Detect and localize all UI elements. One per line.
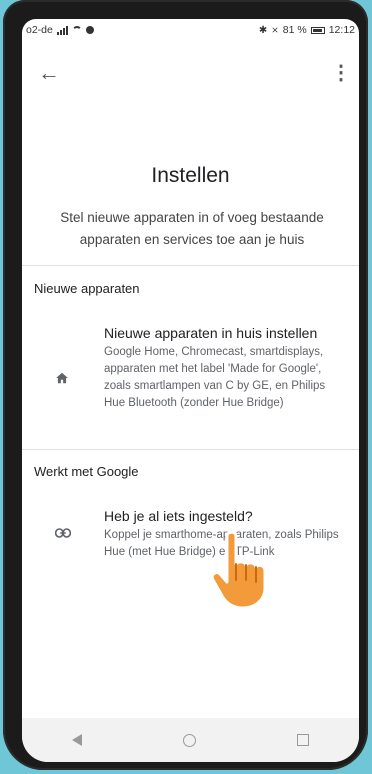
app-bar: ← ⋮ [22,59,359,87]
phone-frame: o2-de ✱ ⨯ 81 % 12:12 ← ⋮ Instellen Stel … [3,0,368,770]
pointing-hand-icon [210,530,267,610]
wifi-icon [71,26,82,34]
item-title: Heb je al iets ingesteld? [104,508,253,524]
battery-percent: 81 % [282,24,307,36]
divider [22,449,359,450]
section-heading-works-with-google: Werkt met Google [34,464,139,479]
bluetooth-icon: ✱ [258,24,268,36]
item-title: Nieuwe apparaten in huis instellen [104,325,318,341]
screen: o2-de ✱ ⨯ 81 % 12:12 ← ⋮ Instellen Stel … [22,19,359,762]
status-left: o2-de [26,24,94,36]
nav-recents-icon[interactable] [296,734,309,746]
mute-icon: ⨯ [271,24,279,35]
signal-icon [56,25,68,35]
nav-home-icon[interactable] [182,733,196,747]
clock: 12:12 [328,24,355,36]
home-icon [55,371,69,390]
divider [22,265,359,266]
page-title: Instellen [151,164,230,187]
status-bar: o2-de ✱ ⨯ 81 % 12:12 [22,19,359,41]
more-options-icon[interactable]: ⋮ [331,59,351,87]
notification-icon [85,26,94,34]
carrier-label: o2-de [26,24,53,36]
status-right: ✱ ⨯ 81 % 12:12 [259,24,355,36]
system-nav-bar [22,718,359,762]
nav-back-icon[interactable] [72,734,83,746]
section-heading-new-devices: Nieuwe apparaten [34,281,140,296]
battery-icon [310,26,325,34]
item-description: Google Home, Chromecast, smartdisplays, … [104,346,326,409]
page-subtitle: Stel nieuwe apparaten in of voeg bestaan… [60,210,324,247]
back-arrow-icon[interactable]: ← [38,59,60,87]
link-icon [54,525,72,543]
